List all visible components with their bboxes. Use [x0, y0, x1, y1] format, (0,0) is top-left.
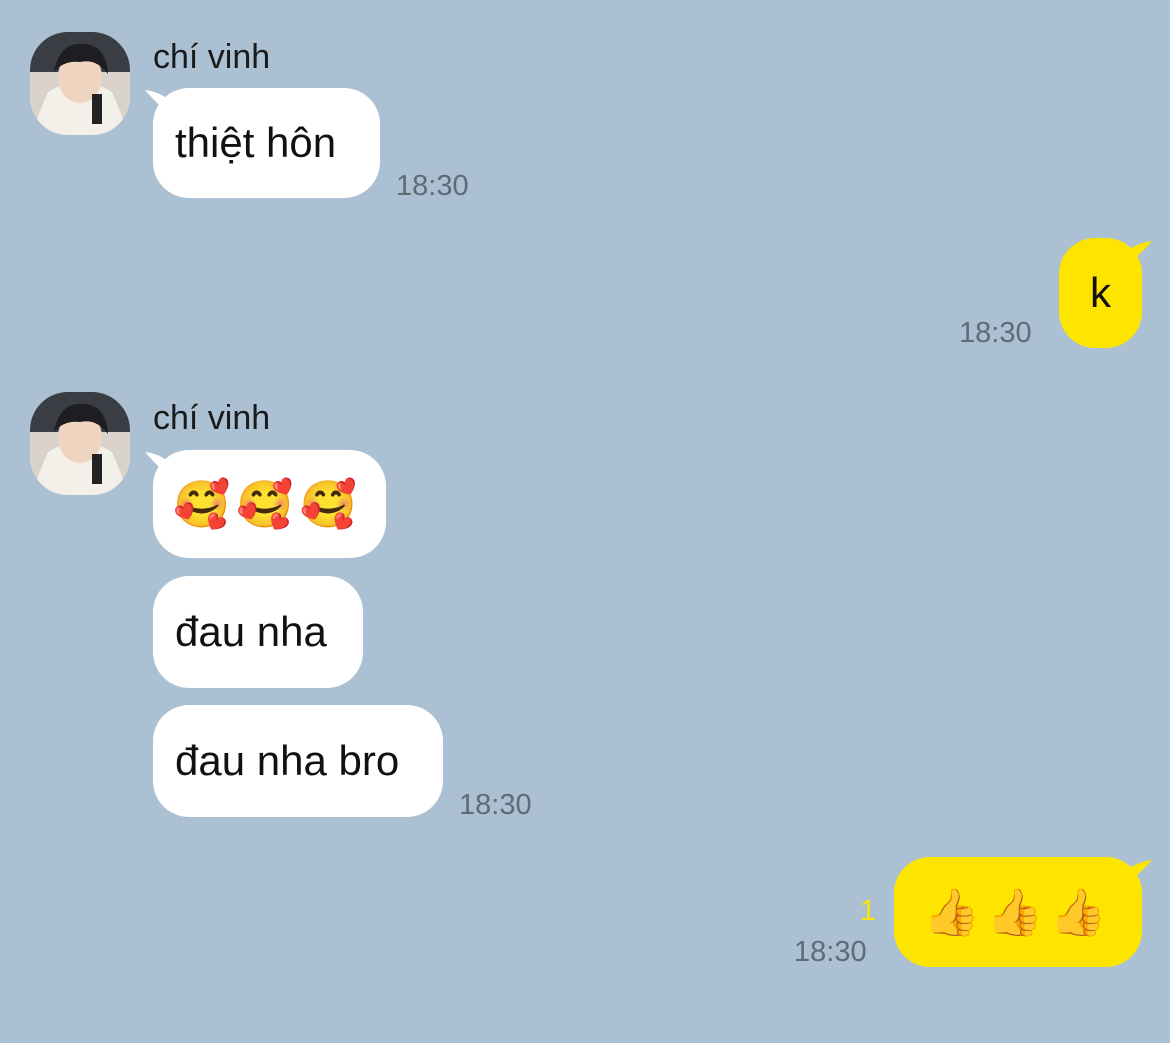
- message-text: đau nha bro: [175, 737, 400, 784]
- message-bubble[interactable]: 🥰🥰🥰: [153, 450, 386, 558]
- sender-name: chí vinh: [153, 399, 271, 437]
- message-timestamp: 18:30: [959, 317, 1032, 349]
- message-timestamp: 18:30: [794, 936, 867, 968]
- message-bubble[interactable]: thiệt hôn: [153, 88, 380, 198]
- message-timestamp: 18:30: [459, 789, 532, 821]
- sender-avatar[interactable]: [30, 392, 130, 495]
- message-text: đau nha: [175, 608, 327, 655]
- message-emoji: 🥰🥰🥰: [173, 477, 363, 531]
- message-bubble[interactable]: k: [1059, 238, 1142, 348]
- message-text: thiệt hôn: [175, 119, 337, 166]
- message-bubble[interactable]: 👍👍👍: [894, 857, 1142, 967]
- sender-name: chí vinh: [153, 38, 271, 76]
- message-timestamp: 18:30: [396, 170, 469, 202]
- message-bubble[interactable]: đau nha bro: [153, 705, 443, 817]
- message-emoji: 👍👍👍: [923, 885, 1113, 939]
- sender-avatar[interactable]: [30, 32, 130, 135]
- message-bubble[interactable]: đau nha: [153, 576, 363, 688]
- unread-count: 1: [860, 895, 877, 927]
- message-text: k: [1090, 269, 1111, 316]
